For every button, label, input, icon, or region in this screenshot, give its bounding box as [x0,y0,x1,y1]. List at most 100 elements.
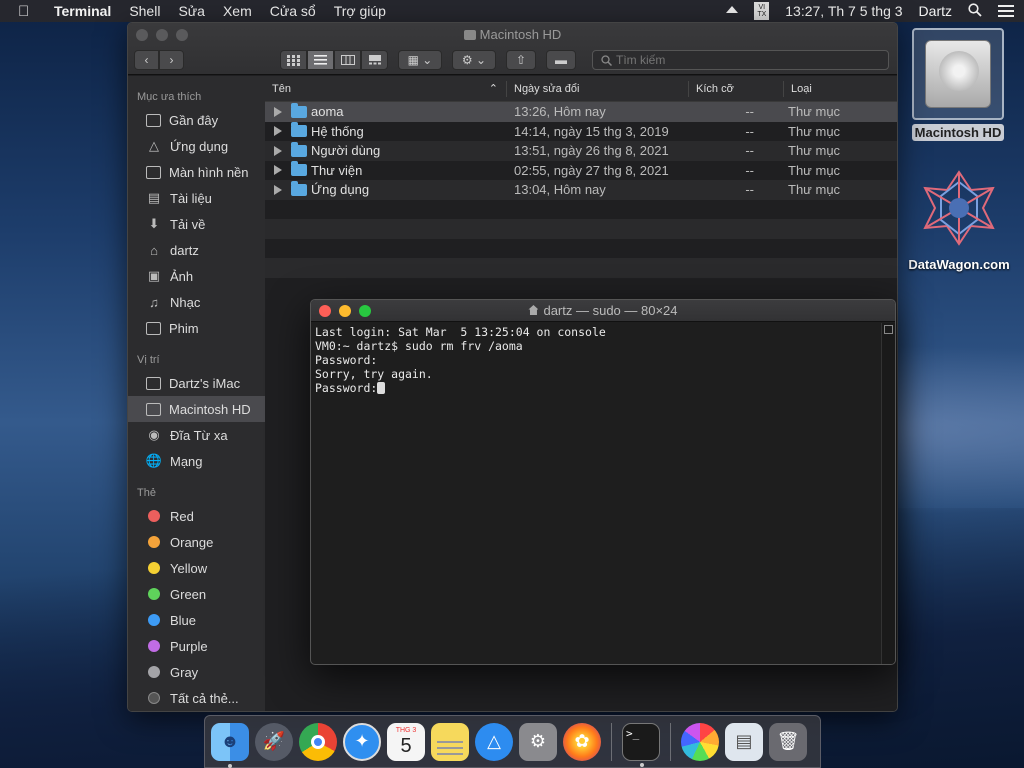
share-button[interactable]: ⇧ [506,50,536,70]
hard-drive-icon [912,28,1004,120]
green-tag-icon [148,588,160,600]
sidebar-item-documents[interactable]: ▤ Tài liệu [128,185,265,211]
menu-clock[interactable]: 13:27, Th 7 5 thg 3 [785,3,902,19]
desktop-datawagon-icon[interactable]: DataWagon.com [900,168,1018,272]
menu-shell[interactable]: Shell [129,3,160,19]
sidebar-item-imac[interactable]: Dartz's iMac [128,370,265,396]
file-row[interactable]: Ứng dụng 13:04, Hôm nay -- Thư mục [265,180,897,200]
action-gear-button[interactable]: ⚙ ⌄ [452,50,496,70]
terminal-scrollbar[interactable] [881,323,895,664]
sidebar-tag-red[interactable]: Red [128,503,265,529]
file-row[interactable]: Người dùng 13:51, ngày 26 thg 8, 2021 --… [265,141,897,161]
eject-icon[interactable] [726,5,739,13]
sidebar-item-desktop[interactable]: Màn hình nền [128,159,265,185]
terminal-titlebar[interactable]: dartz — sudo — 80×24 [311,300,895,322]
red-tag-icon [148,510,160,522]
menu-user[interactable]: Dartz [919,3,952,19]
sidebar-item-home[interactable]: ⌂ dartz [128,237,265,263]
file-rows: aoma 13:26, Hôm nay -- Thư mục Hệ thống … [265,102,897,297]
column-size[interactable]: Kích cỡ [689,80,784,97]
sidebar-item-applications[interactable]: △ Ứng dụng [128,133,265,159]
scroll-marker-icon [884,325,893,334]
file-row[interactable]: Thư viện 02:55, ngày 27 thg 8, 2021 -- T… [265,160,897,180]
disclosure-triangle-icon[interactable] [274,184,282,195]
terminal-zoom-button[interactable] [359,305,371,317]
terminal-line: Last login: Sat Mar 5 13:25:04 on consol… [315,325,606,339]
forward-button[interactable]: › [159,50,184,70]
safari-app-icon[interactable]: ✦ [343,722,381,761]
icon-view-button[interactable] [280,50,307,70]
sidebar-item-downloads[interactable]: ⬇ Tải về [128,211,265,237]
network-icon: 🌐 [145,453,163,468]
tags-button[interactable]: ▬ [546,50,576,70]
gear-icon: ⚙ [461,53,473,67]
desktop-hd-icon[interactable]: Macintosh HD [908,28,1008,141]
sidebar-item-remote-disc[interactable]: ◉ Đĩa Từ xa [128,422,265,448]
sidebar-tag-blue[interactable]: Blue [128,607,265,633]
list-view-button[interactable] [307,50,334,70]
menu-edit[interactable]: Sửa [178,3,205,19]
chrome-app-icon[interactable] [299,722,337,761]
hard-drive-icon [146,402,161,416]
gallery-view-button[interactable] [361,50,388,70]
sidebar-item-recents[interactable]: Gần đây [128,107,265,133]
menu-view[interactable]: Xem [223,3,252,19]
sidebar-tag-green[interactable]: Green [128,581,265,607]
sidebar-tag-yellow[interactable]: Yellow [128,555,265,581]
file-row[interactable]: Hệ thống 14:14, ngày 15 thg 3, 2019 -- T… [265,121,897,141]
terminal-window: dartz — sudo — 80×24 Last login: Sat Mar… [310,299,896,665]
disclosure-triangle-icon[interactable] [274,165,282,176]
menu-help[interactable]: Trợ giúp [334,3,386,19]
disclosure-triangle-icon[interactable] [274,106,282,117]
notification-center-icon[interactable] [998,5,1014,17]
photos-app-icon[interactable] [681,722,719,761]
group-by-button[interactable]: ▦ ⌄ [398,50,442,70]
sidebar-item-music[interactable]: ♫ Nhạc [128,289,265,315]
column-view-button[interactable] [334,50,361,70]
calendar-app-icon[interactable]: THG 35 [387,722,425,761]
remote-disc-icon: ◉ [148,427,160,442]
trash-app-icon[interactable]: 🗑 [769,722,807,761]
launchpad-app-icon[interactable]: 🚀 [255,722,293,761]
all-tags-icon [148,692,160,704]
column-date[interactable]: Ngày sửa đổi [507,80,689,97]
preview-app-icon[interactable]: ▤ [725,722,763,761]
terminal-minimize-button[interactable] [339,305,351,317]
sidebar-all-tags[interactable]: Tất cả thẻ... [128,685,265,711]
orange-tag-icon [148,536,160,548]
sidebar-item-movies[interactable]: Phim [128,315,265,341]
menu-app-name[interactable]: Terminal [54,3,111,19]
apple-menu-icon[interactable]:  [18,3,40,20]
sidebar-item-pictures[interactable]: ▣ Ảnh [128,263,265,289]
sidebar-item-macintosh-hd[interactable]: Macintosh HD [128,396,265,422]
datawagon-logo-icon [923,170,995,246]
sidebar-tag-orange[interactable]: Orange [128,529,265,555]
terminal-output[interactable]: Last login: Sat Mar 5 13:25:04 on consol… [311,323,881,664]
notes-app-icon[interactable] [431,722,469,761]
finder-title: Macintosh HD [128,27,897,42]
input-source-badge[interactable]: VI TX [754,2,770,20]
system-preferences-app-icon[interactable]: ⚙ [519,722,557,761]
sidebar-tag-purple[interactable]: Purple [128,633,265,659]
menu-bar:  Terminal Shell Sửa Xem Cửa sổ Trợ giúp… [0,0,1024,22]
sidebar-tag-gray[interactable]: Gray [128,659,265,685]
terminal-close-button[interactable] [319,305,331,317]
back-button[interactable]: ‹ [134,50,159,70]
firefox-app-icon[interactable]: ✿ [563,722,601,761]
spotlight-search-icon[interactable] [968,2,982,20]
finder-search[interactable] [592,50,889,70]
finder-app-icon[interactable]: ☻ [211,722,249,768]
menu-window[interactable]: Cửa sổ [270,3,316,19]
file-row[interactable]: aoma 13:26, Hôm nay -- Thư mục [265,102,897,122]
desktop-datawagon-label: DataWagon.com [908,257,1010,272]
finder-titlebar[interactable]: Macintosh HD ‹ › ▦ ⌄ ⚙ ⌄ ⇧ ▬ Tìm kiếm [128,23,897,75]
applications-icon: △ [149,138,159,153]
column-kind[interactable]: Loại [784,81,897,97]
disclosure-triangle-icon[interactable] [274,126,282,137]
sidebar-item-network[interactable]: 🌐 Mạng [128,448,265,474]
app-store-app-icon[interactable]: △ [475,722,513,761]
terminal-app-icon[interactable]: >_ [622,722,660,767]
disclosure-triangle-icon[interactable] [274,145,282,156]
column-name[interactable]: Tên ⌃ [265,80,507,97]
finder-search-input[interactable] [616,53,816,67]
